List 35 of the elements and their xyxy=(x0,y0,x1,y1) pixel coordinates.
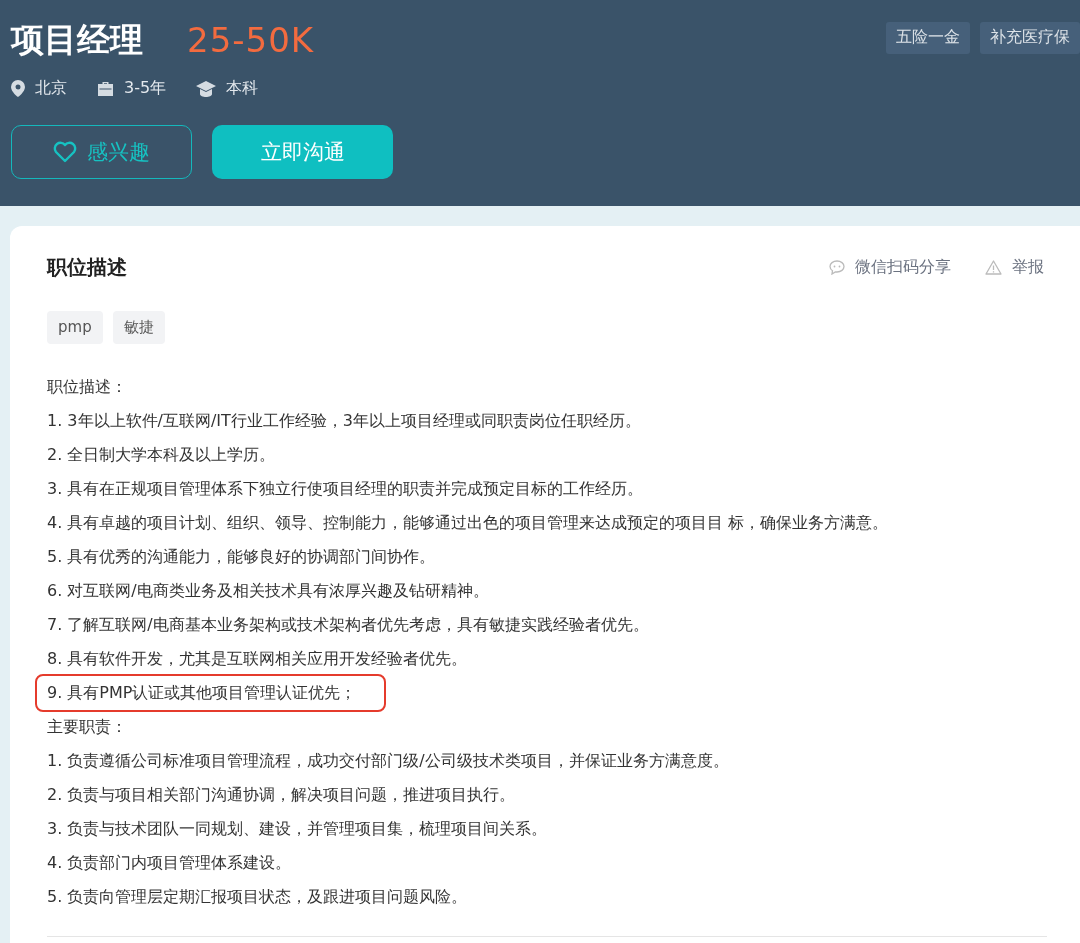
location-pin-icon xyxy=(11,80,25,97)
description-line: 7. 了解互联网/电商基本业务架构或技术架构者优先考虑，具有敏捷实践经验者优先。 xyxy=(47,614,650,636)
description-line: 2. 负责与项目相关部门沟通协调，解决项目问题，推进项目执行。 xyxy=(47,784,517,806)
job-meta-text: 3-5年 xyxy=(124,78,167,99)
description-line: 2. 全日制大学本科及以上学历。 xyxy=(47,444,277,466)
skill-tag: 敏捷 xyxy=(112,311,165,344)
section-heading: 职位描述 xyxy=(47,254,127,281)
chat-bubble-icon xyxy=(829,260,845,275)
description-line: 6. 对互联网/电商类业务及相关技术具有浓厚兴趣及钻研精神。 xyxy=(47,580,490,602)
description-line: 5. 负责向管理层定期汇报项目状态，及跟进项目问题风险。 xyxy=(47,886,469,908)
job-meta-text: 本科 xyxy=(226,78,259,99)
description-line: 5. 具有优秀的沟通能力，能够良好的协调部门间协作。 xyxy=(47,546,437,568)
description-line: 1. 负责遵循公司标准项目管理流程，成功交付部门级/公司级技术类项目，并保证业务方满意度。 xyxy=(47,750,730,772)
skill-tag: pmp xyxy=(47,311,103,344)
briefcase-icon xyxy=(97,80,114,97)
description-line: 3. 具有在正规项目管理体系下独立行使项目经理的职责并完成预定目标的工作经历。 xyxy=(47,478,645,500)
graduation-cap-icon xyxy=(196,80,217,97)
description-line: 3. 负责与技术团队一同规划、建设，并管理项目集，梳理项目间关系。 xyxy=(47,818,549,840)
report-link[interactable]: 举报 xyxy=(985,257,1044,278)
interest-button[interactable]: 感兴趣 xyxy=(11,125,192,179)
job-title: 项目经理 xyxy=(11,18,143,61)
benefit-tag: 补充医疗保 xyxy=(980,22,1080,54)
job-meta-text: 北京 xyxy=(35,78,67,99)
description-line: 1. 3年以上软件/互联网/IT行业工作经验，3年以上项目经理或同职责岗位任职经历。 xyxy=(47,410,642,432)
description-line: 4. 负责部门内项目管理体系建设。 xyxy=(47,852,293,874)
description-line: 8. 具有软件开发，尤其是互联网相关应用开发经验者优先。 xyxy=(47,648,469,670)
description-line: 9. 具有PMP认证或其他项目管理认证优先； xyxy=(37,676,385,710)
description-line: 4. 具有卓越的项目计划、组织、领导、控制能力，能够通过出色的项目管理来达成预定的项目目 标，确保业务方满意。 xyxy=(47,512,890,534)
heart-icon xyxy=(53,141,77,163)
share-link[interactable]: 微信扫码分享 xyxy=(829,257,951,278)
benefit-tag: 五险一金 xyxy=(886,22,970,54)
warning-icon xyxy=(985,260,1002,275)
salary: 25-50K xyxy=(187,20,315,60)
description-line: 主要职责： xyxy=(47,716,128,738)
description-line: 职位描述： xyxy=(47,376,128,398)
